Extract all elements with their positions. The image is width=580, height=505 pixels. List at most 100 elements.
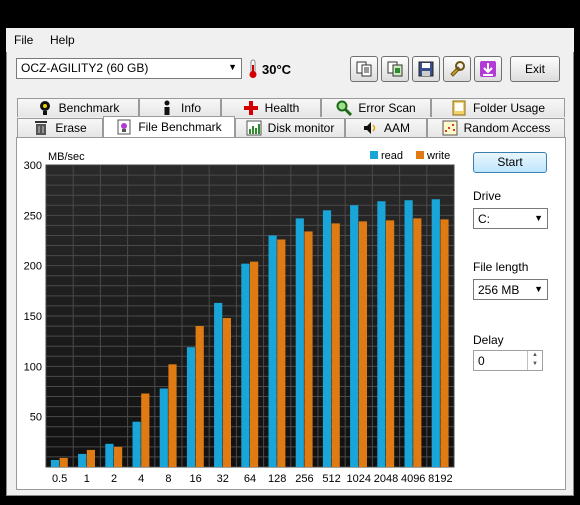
delay-spinner[interactable]: 0 ▲ ▼: [473, 350, 543, 371]
info-icon: [159, 100, 175, 116]
bar-write-0.5: [59, 457, 68, 467]
tab-label: Error Scan: [358, 101, 416, 115]
tools-icon: [450, 61, 465, 77]
chevron-down-icon: ▼: [228, 62, 237, 72]
x-tick-label: 1: [84, 473, 90, 485]
tab-random-access[interactable]: Random Access: [427, 118, 565, 137]
legend-label-read: read: [381, 150, 403, 162]
tab-label: Info: [180, 101, 201, 115]
file-length-value: 256 MB: [478, 283, 520, 297]
y-axis-label: MB/sec: [48, 151, 85, 163]
y-tick-label: 300: [24, 160, 42, 172]
bar-read-2048: [377, 201, 386, 468]
chevron-down-icon: ▼: [534, 284, 543, 294]
download-button[interactable]: [474, 56, 502, 82]
menu-help[interactable]: Help: [50, 33, 75, 47]
bar-write-128: [277, 239, 286, 467]
menu-bar: File Help: [6, 28, 574, 52]
bar-read-8192: [431, 199, 440, 467]
x-tick-label: 512: [322, 473, 340, 485]
bar-write-4: [141, 393, 150, 467]
bar-write-32: [222, 318, 232, 467]
y-tick-label: 150: [24, 311, 42, 323]
x-tick-label: 4: [138, 473, 144, 485]
chart-icon: [246, 120, 262, 136]
folder-icon: [451, 100, 467, 116]
x-tick-label: 8: [165, 473, 171, 485]
bar-read-512: [322, 210, 332, 468]
temperature-value: 30°C: [262, 61, 292, 77]
save-icon: [418, 61, 434, 77]
drive-dropdown-value: OCZ-AGILITY2 (60 GB): [21, 61, 149, 75]
bar-write-256: [304, 231, 313, 467]
bar-read-1: [78, 453, 87, 467]
start-button[interactable]: Start: [473, 152, 547, 173]
x-tick-label: 256: [295, 473, 313, 485]
tab-disk-monitor[interactable]: Disk monitor: [235, 118, 345, 137]
tab-folder-usage[interactable]: Folder Usage: [431, 98, 565, 117]
bar-write-2048: [386, 220, 395, 467]
tab-erase[interactable]: Erase: [17, 118, 103, 137]
bar-write-16: [195, 326, 204, 467]
bar-read-2: [105, 443, 114, 467]
drive-select-value: C:: [478, 212, 490, 226]
y-tick-label: 100: [24, 361, 42, 373]
bar-read-0.5: [50, 459, 60, 467]
bar-read-32: [214, 302, 223, 467]
temperature-readout: 30°C: [248, 58, 291, 80]
drive-select[interactable]: C: ▼: [473, 208, 548, 229]
x-tick-label: 0.5: [52, 473, 67, 485]
bar-write-512: [331, 223, 340, 467]
benchmark-chart: MB/sec read write 50100150200250300 0.5 1 2…: [24, 150, 455, 485]
file-length-label: File length: [473, 260, 529, 274]
bar-write-4096: [413, 218, 422, 467]
bar-write-1: [86, 449, 96, 467]
x-tick-label: 2048: [374, 473, 398, 485]
copy-screen-button[interactable]: [381, 56, 409, 82]
save-button[interactable]: [412, 56, 440, 82]
bar-read-4: [132, 421, 141, 467]
x-tick-label: 32: [217, 473, 229, 485]
chevron-down-icon: ▼: [534, 213, 543, 223]
x-tick-label: 16: [189, 473, 201, 485]
benchmark-icon: [37, 100, 53, 116]
x-tick-label: 2: [111, 473, 117, 485]
bar-read-8: [159, 388, 168, 467]
tab-aam[interactable]: AAM: [345, 118, 427, 137]
legend-label-write: write: [426, 150, 450, 162]
bar-read-4096: [404, 200, 413, 467]
bar-read-1024: [350, 205, 359, 467]
copy-icon: [356, 61, 372, 77]
tab-file-benchmark[interactable]: File Benchmark: [103, 116, 235, 137]
tab-label: Disk monitor: [267, 121, 335, 135]
y-tick-label: 200: [24, 261, 42, 273]
thermometer-icon: [249, 59, 257, 78]
drive-dropdown[interactable]: OCZ-AGILITY2 (60 GB) ▼: [16, 58, 242, 79]
file-benchmark-icon: [116, 119, 132, 135]
copy-button[interactable]: [350, 56, 378, 82]
spinner-arrows-icon[interactable]: ▲ ▼: [527, 351, 542, 370]
tab-info[interactable]: Info: [139, 98, 221, 117]
magnifier-icon: [336, 100, 353, 116]
chart-legend: read write: [370, 150, 450, 162]
tab-label: Health: [264, 101, 300, 115]
tab-label: File Benchmark: [138, 120, 222, 134]
exit-button[interactable]: Exit: [510, 56, 560, 82]
tab-label: Benchmark: [58, 101, 120, 115]
x-tick-label: 4096: [401, 473, 425, 485]
bar-write-1024: [358, 221, 368, 467]
menu-file[interactable]: File: [14, 33, 33, 47]
bar-read-256: [295, 218, 304, 467]
tab-health[interactable]: Health: [221, 98, 321, 117]
delay-value: 0: [478, 354, 485, 368]
tab-label: Erase: [55, 121, 87, 135]
bar-write-2: [114, 446, 123, 467]
bar-read-128: [268, 235, 277, 467]
file-length-select[interactable]: 256 MB ▼: [473, 279, 548, 300]
speaker-icon: [362, 120, 378, 136]
tab-error-scan[interactable]: Error Scan: [321, 98, 431, 117]
delay-label: Delay: [473, 333, 504, 347]
tab-benchmark[interactable]: Benchmark: [17, 98, 139, 117]
legend-swatch-write: [416, 151, 424, 159]
tools-button[interactable]: [443, 56, 471, 82]
